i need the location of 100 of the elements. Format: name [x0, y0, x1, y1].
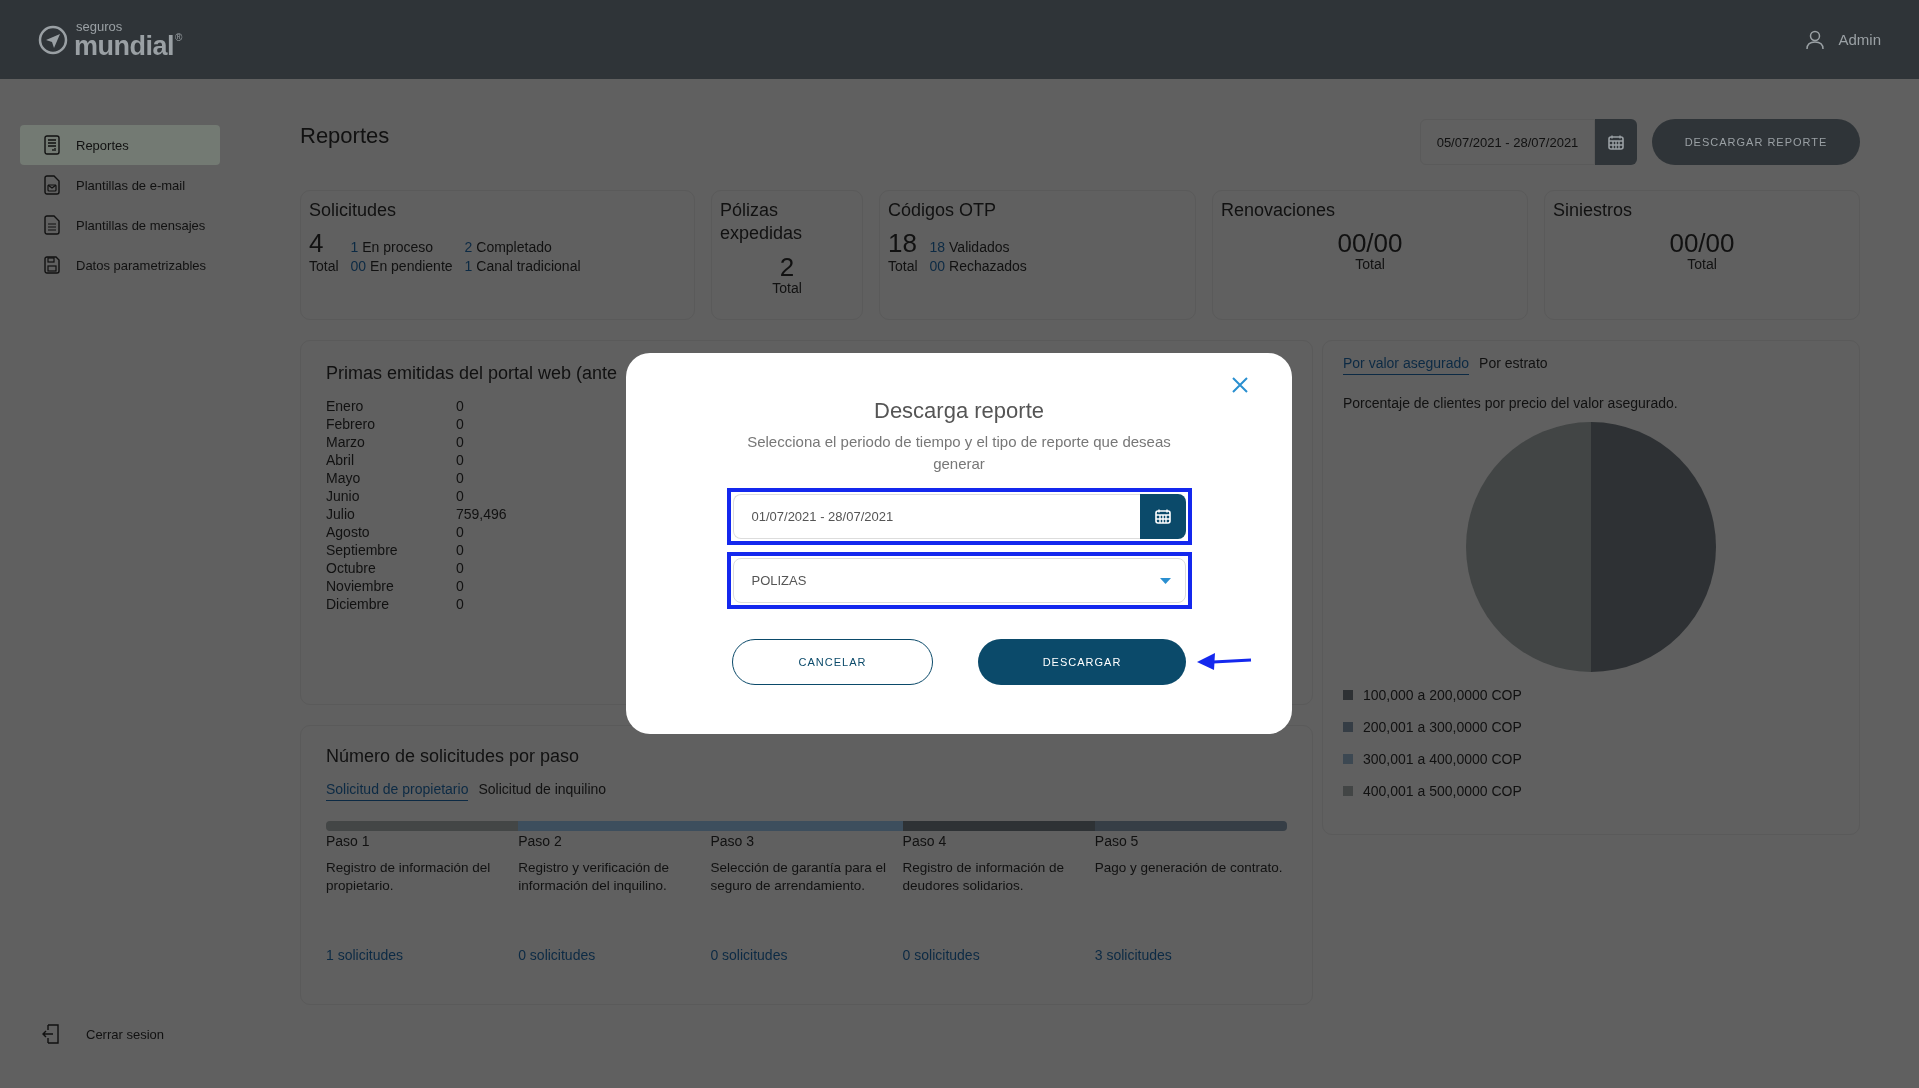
month-label: Mayo [326, 470, 362, 486]
stat-label: 00 En pendiente [350, 258, 453, 275]
legend-label: 200,001 a 300,0000 COP [1363, 719, 1522, 735]
step-label: Paso 2 [518, 833, 563, 849]
month-label: Abril [326, 452, 355, 468]
card-title: Solicitudes [309, 199, 398, 222]
report-type-select[interactable]: POLIZAS [732, 558, 1186, 603]
legend-label: 300,001 a 400,0000 COP [1363, 751, 1522, 767]
tab[interactable]: Por estrato [1479, 355, 1548, 375]
panel-title: Primas emitidas del portal web (ante [326, 363, 619, 384]
user-name[interactable]: Admin [1838, 31, 1881, 48]
month-label: Junio [326, 488, 361, 504]
step-label: Paso 4 [902, 833, 948, 849]
legend-label: 100,000 a 200,0000 COP [1363, 687, 1522, 703]
card-value-label: Total [309, 258, 339, 275]
card-value-label: Total [1687, 256, 1717, 273]
calendar-icon [1154, 509, 1171, 524]
date-range-field[interactable]: 05/07/2021 - 28/07/2021 [1420, 119, 1595, 165]
logout-link[interactable]: Cerrar sesion [20, 1024, 300, 1044]
caret-icon [1159, 577, 1171, 584]
card-value: 2 [779, 253, 795, 280]
mail-document-icon [44, 175, 60, 195]
step-count-link[interactable]: 0 solicitudes [710, 947, 903, 963]
document-icon [44, 135, 60, 155]
premium-value: 0 [456, 398, 465, 414]
premium-value: 0 [456, 560, 465, 576]
legend-label: 400,001 a 500,0000 COP [1363, 783, 1522, 799]
premium-value: 0 [456, 452, 465, 468]
month-label: Septiembre [326, 542, 399, 558]
step-description: Registro de información del propietario. [326, 859, 492, 895]
save-icon [44, 256, 60, 274]
month-label: Diciembre [326, 596, 390, 612]
logo-wordmark: mundial [74, 32, 174, 60]
sidebar-item[interactable]: Plantillas de mensajes [20, 205, 220, 245]
month-label: Agosto [326, 524, 371, 540]
step-label: Paso 5 [1094, 833, 1140, 849]
premium-value: 0 [456, 596, 465, 612]
premium-value: 0 [456, 578, 465, 594]
card-value: 4 [309, 230, 325, 257]
premium-value: 0 [456, 434, 465, 450]
step-description: Registro y verificación de información del inquilino. [518, 859, 670, 895]
card-value: 00/00 [1337, 230, 1403, 257]
close-icon[interactable] [1230, 375, 1250, 395]
premium-value: 0 [456, 524, 465, 540]
month-label: Noviembre [326, 578, 395, 594]
chart-description: Porcentaje de clientes por precio del valor asegurado. [1343, 395, 1679, 411]
download-button[interactable]: DESCARGAR [978, 639, 1186, 685]
calendar-button[interactable] [1595, 119, 1637, 165]
step-count-link[interactable]: 0 solicitudes [902, 947, 1095, 963]
panel-title: Número de solicitudes por paso [326, 746, 581, 767]
step-label: Paso 3 [710, 833, 755, 849]
premium-value: 0 [456, 416, 465, 432]
logo-icon [38, 24, 68, 55]
step-count-link[interactable]: 0 solicitudes [518, 947, 711, 963]
card-value-label: Total [1355, 256, 1385, 273]
card-title: Renovaciones [1221, 199, 1337, 222]
sidebar-item[interactable]: Reportes [20, 125, 220, 165]
step-count-link[interactable]: 3 solicitudes [1094, 947, 1287, 963]
tab[interactable]: Por valor asegurado [1343, 355, 1470, 375]
step-count-link[interactable]: 1 solicitudes [326, 947, 519, 963]
stat-label: 18 Validados [929, 239, 1011, 256]
tab[interactable]: Solicitud de inquilino [478, 781, 607, 801]
month-label: Enero [326, 398, 365, 414]
tab[interactable]: Solicitud de propietario [326, 781, 469, 801]
logo-tagline: seguros [76, 19, 123, 33]
premium-value: 0 [456, 488, 465, 504]
date-range-field[interactable]: 01/07/2021 - 28/07/2021 [732, 494, 1140, 539]
month-label: Julio [326, 506, 356, 522]
card-title: Pólizas expedidas [720, 199, 804, 246]
logout-icon [42, 1024, 60, 1044]
stat-label: 1 Canal tradicional [464, 258, 581, 275]
stat-label: 1 En proceso [350, 239, 435, 256]
download-report-button[interactable]: DESCARGAR REPORTE [1652, 119, 1860, 165]
sidebar-item[interactable]: Plantillas de e-mail [20, 165, 220, 205]
sidebar-item[interactable]: Datos parametrizables [20, 245, 220, 285]
card-value: 00/00 [1669, 230, 1735, 257]
premium-value: 0 [456, 470, 465, 486]
card-value-label: Total [888, 258, 918, 275]
step-label: Paso 1 [326, 833, 371, 849]
month-label: Marzo [326, 434, 366, 450]
premium-value: 759,496 [456, 506, 507, 522]
stat-label: 2 Completado [464, 239, 553, 256]
page-title: Reportes [300, 123, 390, 149]
card-title: Códigos OTP [888, 199, 998, 222]
calendar-button[interactable] [1139, 494, 1186, 539]
step-description: Selección de garantía para el seguro de arrendamiento. [710, 859, 887, 895]
user-icon[interactable] [1806, 29, 1825, 50]
dialog-subtitle: Selecciona el periodo de tiempo y el tipo de reporte que deseas generar [746, 432, 1172, 474]
card-value-label: Total [772, 279, 802, 296]
text-document-icon [44, 215, 60, 235]
premium-value: 0 [456, 542, 465, 558]
cancel-button[interactable]: CANCELAR [732, 639, 933, 685]
stat-label: 00 Rechazados [929, 258, 1027, 275]
step-description: Registro de información de deudores solidarios. [902, 859, 1065, 895]
dialog-title: Descarga reporte [874, 397, 1044, 425]
month-label: Febrero [326, 416, 377, 432]
calendar-icon [1608, 134, 1624, 150]
card-title: Siniestros [1553, 199, 1634, 222]
month-label: Octubre [326, 560, 377, 576]
step-description: Pago y generación de contrato. [1094, 859, 1284, 877]
